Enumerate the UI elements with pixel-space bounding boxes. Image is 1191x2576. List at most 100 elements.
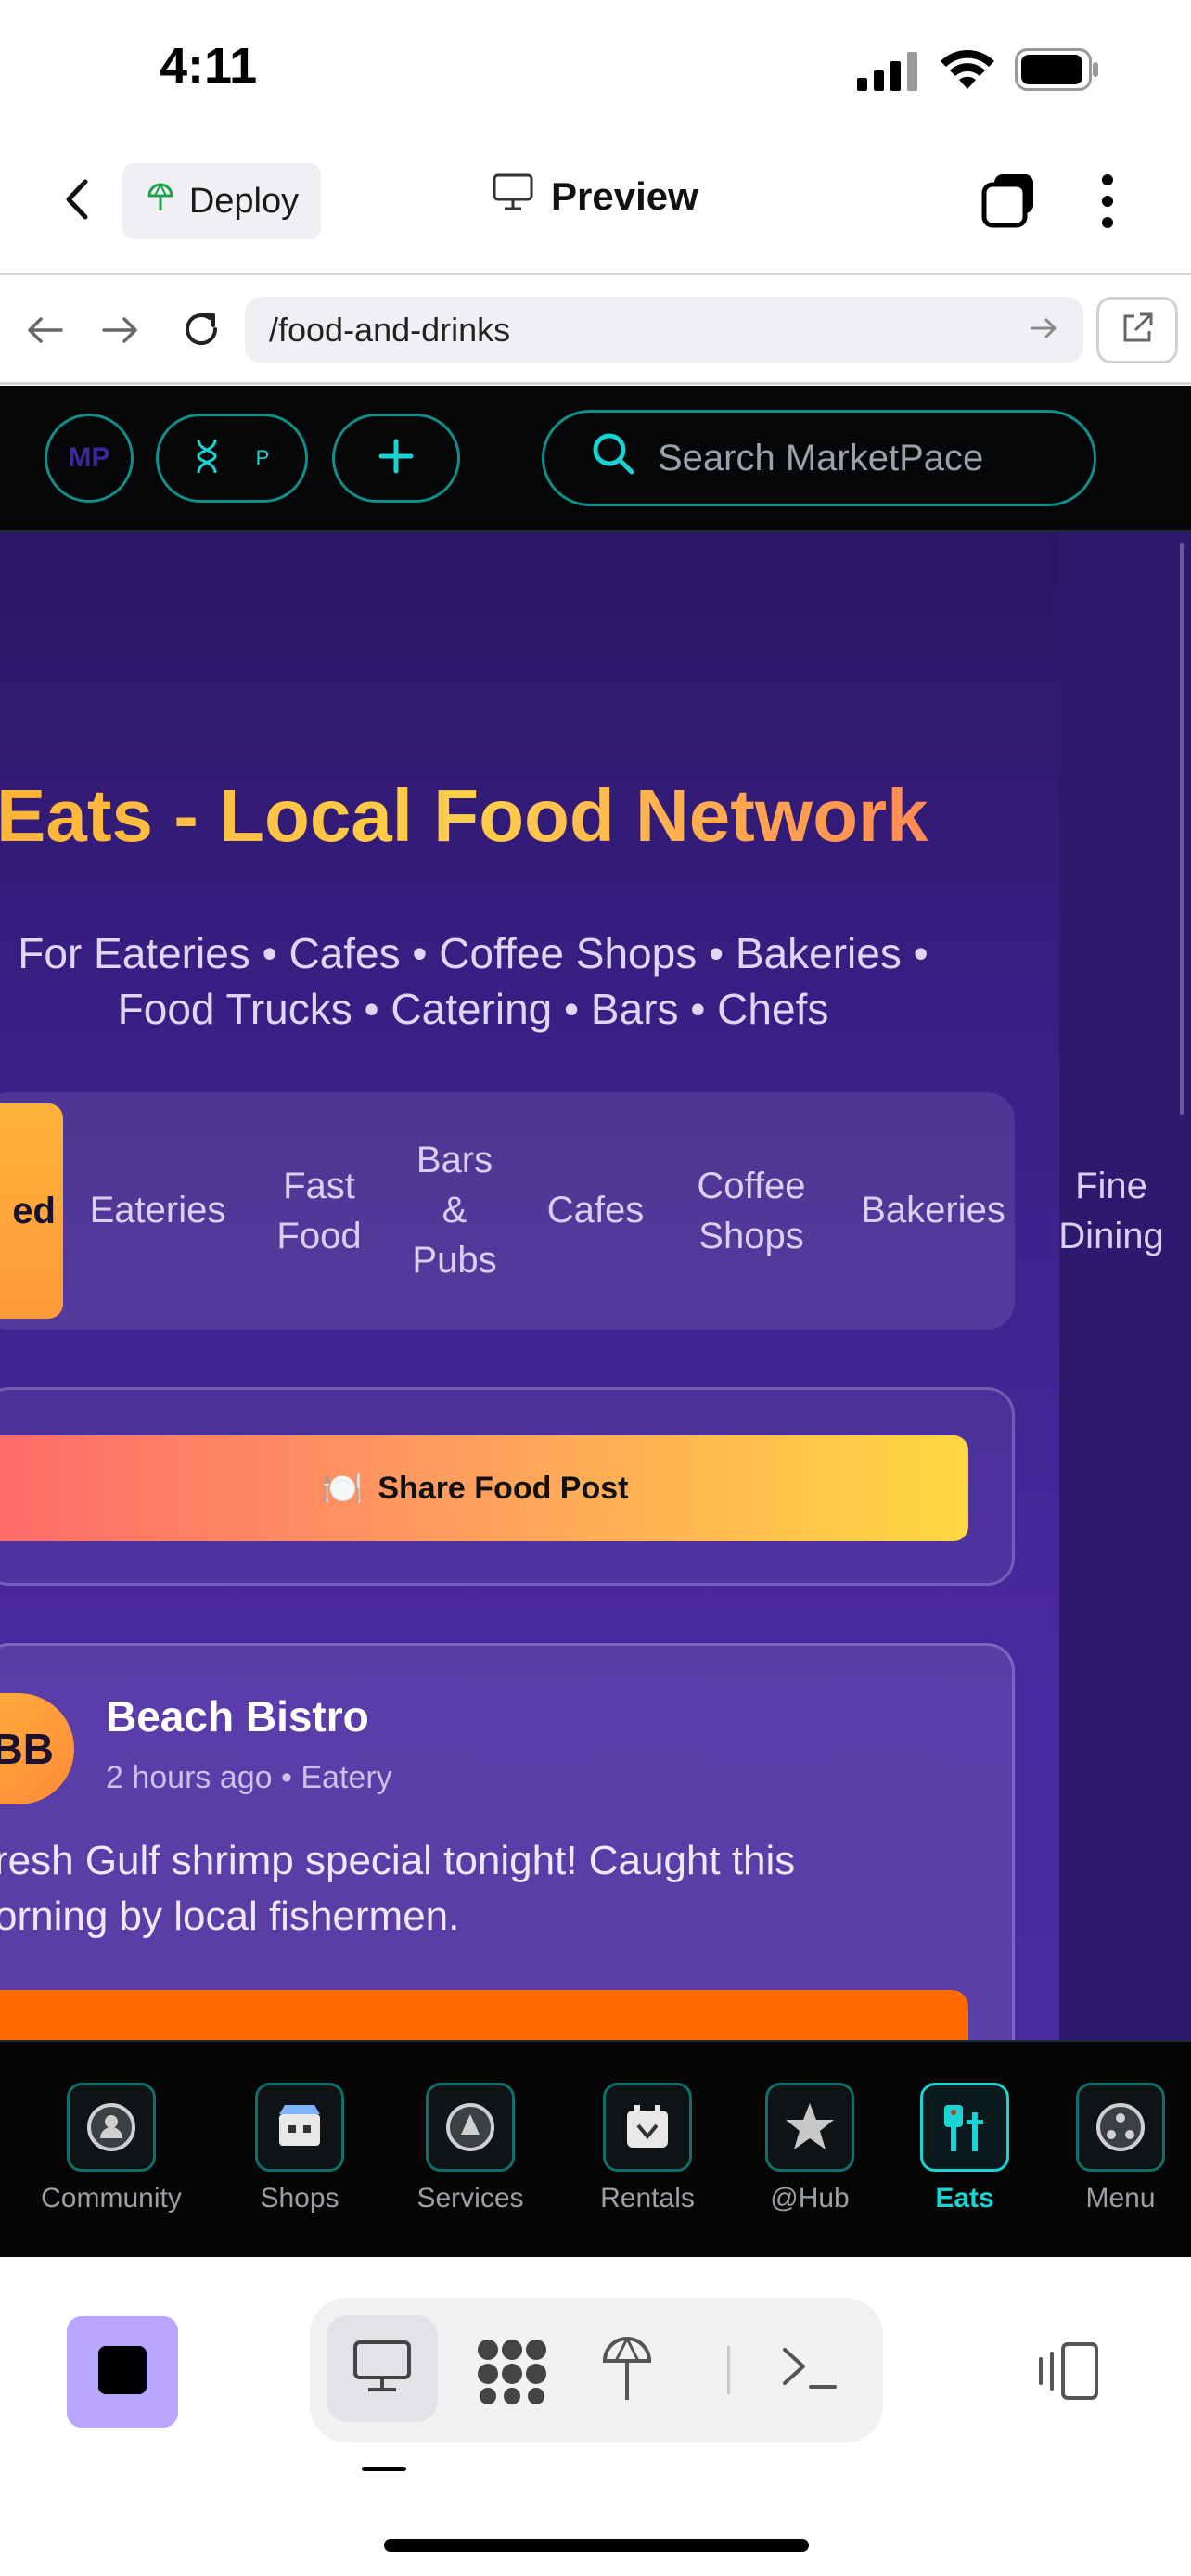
share-food-post-label: Share Food Post — [378, 1470, 629, 1506]
wifi-icon — [939, 46, 996, 91]
go-arrow-icon[interactable] — [1030, 311, 1059, 350]
category-tab-cafes[interactable]: Cafes — [532, 1185, 659, 1235]
nav-menu[interactable]: Menu — [1037, 2042, 1191, 2214]
category-tab-eateries[interactable]: Eateries — [82, 1185, 234, 1235]
tool-switcher — [310, 2298, 883, 2442]
profile-button[interactable]: P — [156, 414, 308, 503]
search-input[interactable]: Search MarketPace — [658, 438, 983, 479]
nav-label: @Hub — [770, 2183, 850, 2213]
category-tab-fast-food[interactable]: Fast Food — [263, 1161, 375, 1261]
page-title: Eats - Local Food Network — [0, 773, 928, 859]
bottom-nav: Community Shops Services Rentals @Hub Ea… — [0, 2040, 1191, 2257]
preview-tool-button[interactable] — [327, 2315, 438, 2422]
shell-tool-button[interactable] — [779, 2340, 840, 2396]
reload-icon[interactable] — [178, 306, 224, 352]
subtitle-line-1: For Eateries • Cafes • Coffee Shops • Ba… — [18, 929, 928, 977]
browser-back-icon[interactable] — [24, 312, 65, 349]
category-label: Bars & Pubs — [412, 1140, 497, 1281]
nav-label: Eats — [935, 2183, 994, 2213]
header-divider — [0, 273, 1191, 275]
logo-button[interactable]: MP — [45, 414, 134, 503]
url-text: /food-and-drinks — [269, 311, 511, 349]
post-text-line-1: resh Gulf shrimp special tonight! Caught… — [0, 1838, 796, 1883]
plate-icon: 🍽️ — [321, 1469, 364, 1507]
nav-shops[interactable]: Shops — [216, 2042, 383, 2214]
dna-icon — [195, 438, 219, 479]
services-icon — [426, 2083, 515, 2172]
nav-services[interactable]: Services — [387, 2042, 554, 2214]
deploy-icon — [599, 2337, 655, 2407]
category-label: Fast Food — [276, 1166, 362, 1256]
subtitle-line-2: Food Trucks • Catering • Bars • Chefs — [117, 985, 829, 1033]
post-author[interactable]: Beach Bistro — [106, 1691, 369, 1741]
nav-label: Services — [416, 2183, 524, 2213]
toolbar-divider — [727, 2346, 730, 2394]
status-time: 4:11 — [160, 38, 258, 94]
nav-community[interactable]: Community — [28, 2042, 195, 2214]
category-label: ed — [12, 1190, 56, 1231]
rentals-icon — [603, 2083, 692, 2172]
plus-icon — [378, 438, 415, 479]
agent-tool-button[interactable] — [475, 2337, 549, 2405]
deploy-tool-button[interactable] — [599, 2333, 655, 2404]
star-icon — [765, 2083, 854, 2172]
nav-label: Shops — [260, 2183, 339, 2213]
url-bar[interactable]: /food-and-drinks — [245, 297, 1083, 363]
category-label: Cafes — [546, 1190, 645, 1231]
share-food-post-button[interactable]: 🍽️ Share Food Post — [0, 1435, 968, 1541]
stop-button[interactable] — [67, 2316, 178, 2428]
nav-label: Community — [41, 2183, 182, 2213]
app-viewport: MP P Search MarketPace Eats - Local Food… — [0, 386, 1191, 2257]
browser-forward-icon[interactable] — [100, 312, 141, 349]
device-toggle-icon[interactable] — [1037, 2340, 1102, 2402]
eats-icon — [920, 2083, 1009, 2172]
add-button[interactable] — [332, 414, 460, 503]
nav-label: Menu — [1085, 2183, 1156, 2213]
category-label: Coffee Shops — [697, 1166, 806, 1256]
category-tab-coffee-shops[interactable]: Coffee Shops — [677, 1161, 826, 1261]
top-nav: MP P Search MarketPace — [0, 386, 1191, 532]
preview-tab[interactable]: Preview — [492, 172, 698, 221]
signal-icon — [857, 52, 918, 91]
side-panel — [1059, 532, 1191, 2257]
back-icon[interactable] — [56, 176, 102, 223]
nav-eats[interactable]: Eats — [881, 2042, 1048, 2214]
menu-icon — [1076, 2083, 1165, 2172]
profile-letter: P — [255, 446, 270, 469]
nav-rentals[interactable]: Rentals — [564, 2042, 731, 2214]
category-label: Eateries — [89, 1190, 226, 1231]
monitor-icon — [492, 172, 534, 221]
community-icon — [67, 2083, 156, 2172]
home-indicator — [384, 2539, 809, 2552]
more-icon[interactable] — [1096, 172, 1119, 230]
post-text-line-2: orning by local fishermen. — [0, 1894, 460, 1939]
deploy-button[interactable]: Deploy — [122, 163, 321, 239]
category-label: Bakeries — [861, 1190, 1005, 1231]
active-tool-indicator — [362, 2467, 406, 2471]
search-icon — [591, 431, 635, 485]
external-link-icon — [1120, 311, 1155, 351]
nav-label: Rentals — [600, 2183, 695, 2213]
category-label: Fine Dining — [1058, 1166, 1164, 1256]
deploy-label: Deploy — [188, 181, 300, 221]
browser-divider — [0, 382, 1191, 385]
logo-text: MP — [68, 442, 110, 473]
avatar-initials: BB — [0, 1725, 54, 1773]
stop-icon — [98, 2345, 147, 2399]
preview-label: Preview — [551, 174, 698, 218]
tabs-icon[interactable] — [981, 172, 1037, 228]
category-tab-fine-dining[interactable]: Fine Dining — [1037, 1161, 1185, 1261]
nav-hub[interactable]: @Hub — [726, 2042, 893, 2214]
terminal-icon — [779, 2348, 840, 2400]
category-tab-active[interactable]: ed — [0, 1103, 63, 1319]
open-external-button[interactable] — [1096, 297, 1178, 363]
scrollbar[interactable] — [1180, 543, 1184, 1115]
monitor-icon — [352, 2339, 413, 2399]
category-tab-bars-pubs[interactable]: Bars & Pubs — [399, 1135, 510, 1285]
category-tab-bakeries[interactable]: Bakeries — [850, 1185, 1017, 1235]
search-bar[interactable]: Search MarketPace — [542, 410, 1096, 506]
shops-icon — [255, 2083, 344, 2172]
deploy-icon — [145, 181, 176, 222]
post-meta: 2 hours ago • Eatery — [106, 1760, 392, 1795]
agent-icon — [475, 2340, 549, 2409]
